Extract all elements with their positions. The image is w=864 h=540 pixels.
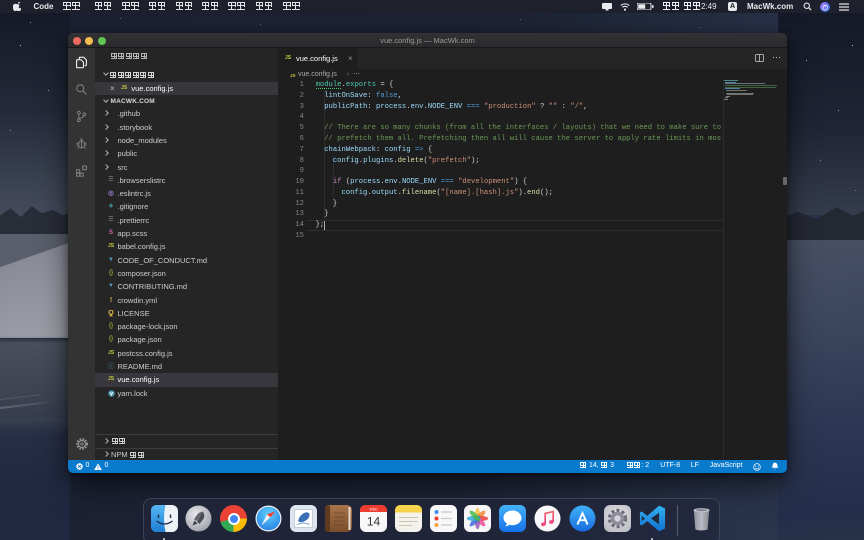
svg-text:14: 14 — [367, 515, 381, 529]
svg-text:WED: WED — [369, 507, 377, 511]
